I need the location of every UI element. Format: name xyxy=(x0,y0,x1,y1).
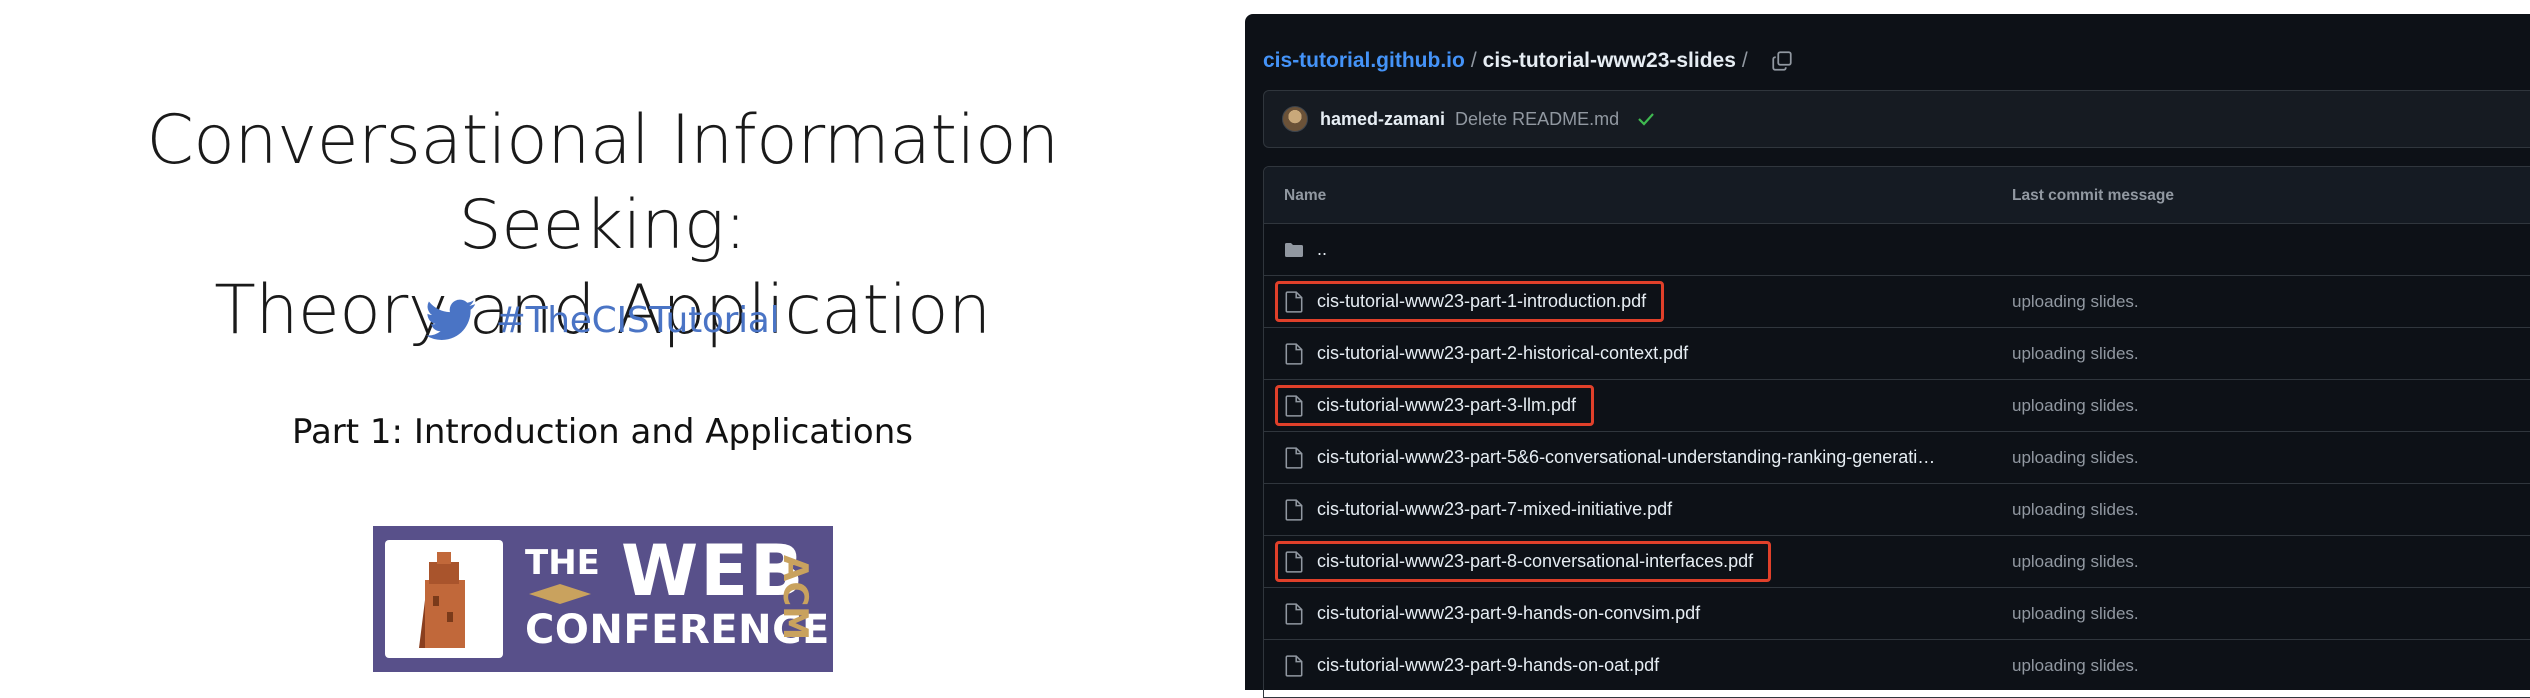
logo-diamond-icon xyxy=(529,584,591,604)
file-name-link[interactable]: cis-tutorial-www23-part-9-hands-on-oat.p… xyxy=(1317,655,1659,676)
file-name-link[interactable]: cis-tutorial-www23-part-1-introduction.p… xyxy=(1317,291,1646,312)
breadcrumb-separator: / xyxy=(1470,49,1477,72)
file-table: Name Last commit message .. cis-tutorial… xyxy=(1263,166,2530,698)
breadcrumb-trailing-separator: / xyxy=(1741,49,1748,72)
table-row[interactable]: cis-tutorial-www23-part-5&6-conversation… xyxy=(1264,432,2530,484)
breadcrumb: cis-tutorial.github.io / cis-tutorial-ww… xyxy=(1263,36,1792,86)
file-icon xyxy=(1285,447,1303,469)
part-label: Part 1: Introduction and Applications xyxy=(292,412,913,452)
file-commit-message[interactable]: uploading slides. xyxy=(2012,604,2139,624)
title-slide: Conversational Information Seeking: Theo… xyxy=(0,0,1210,690)
file-commit-message[interactable]: uploading slides. xyxy=(2012,344,2139,364)
file-commit-message[interactable]: uploading slides. xyxy=(2012,500,2139,520)
table-row[interactable]: cis-tutorial-www23-part-3-llm.pdf uploadi… xyxy=(1264,380,2530,432)
parent-directory-row[interactable]: .. xyxy=(1264,224,2530,276)
file-name-link[interactable]: cis-tutorial-www23-part-3-llm.pdf xyxy=(1317,395,1576,416)
logo-acm-text: ACM xyxy=(775,555,815,641)
table-row[interactable]: cis-tutorial-www23-part-9-hands-on-convs… xyxy=(1264,588,2530,640)
file-icon xyxy=(1285,551,1303,573)
breadcrumb-repo-link[interactable]: cis-tutorial.github.io xyxy=(1263,49,1465,73)
logo-tower-icon xyxy=(385,540,503,658)
file-commit-message[interactable]: uploading slides. xyxy=(2012,292,2139,312)
file-name-link[interactable]: cis-tutorial-www23-part-9-hands-on-convs… xyxy=(1317,603,1700,624)
hashtag-text: #TheCISTutorial xyxy=(495,299,780,341)
commit-author[interactable]: hamed-zamani xyxy=(1320,109,1445,130)
table-row[interactable]: cis-tutorial-www23-part-2-historical-con… xyxy=(1264,328,2530,380)
hashtag-row: #TheCISTutorial xyxy=(0,290,1205,350)
file-commit-message[interactable]: uploading slides. xyxy=(2012,552,2139,572)
file-commit-message[interactable]: uploading slides. xyxy=(2012,448,2139,468)
twitter-bird-icon xyxy=(425,299,475,340)
commit-message[interactable]: Delete README.md xyxy=(1455,109,1619,130)
file-commit-message[interactable]: uploading slides. xyxy=(2012,396,2139,416)
table-row[interactable]: cis-tutorial-www23-part-7-mixed-initiati… xyxy=(1264,484,2530,536)
web-conference-logo: THE WEB CONFERENCE ACM xyxy=(373,526,833,672)
copy-path-icon[interactable] xyxy=(1772,51,1792,71)
file-list: cis-tutorial-www23-part-1-introduction.p… xyxy=(1264,276,2530,691)
header-last-commit-message: Last commit message xyxy=(2012,187,2174,204)
breadcrumb-current-folder: cis-tutorial-www23-slides xyxy=(1482,49,1736,72)
file-icon xyxy=(1285,343,1303,365)
file-commit-message[interactable]: uploading slides. xyxy=(2012,656,2139,676)
file-name-link[interactable]: cis-tutorial-www23-part-5&6-conversation… xyxy=(1317,447,1935,468)
file-icon xyxy=(1285,499,1303,521)
folder-icon xyxy=(1285,243,1303,257)
file-name-link[interactable]: cis-tutorial-www23-part-8-conversational… xyxy=(1317,551,1753,572)
table-row[interactable]: cis-tutorial-www23-part-9-hands-on-oat.p… xyxy=(1264,640,2530,691)
file-icon xyxy=(1285,655,1303,677)
file-icon xyxy=(1285,603,1303,625)
check-icon xyxy=(1638,113,1654,126)
slide-title-line-1: Conversational Information Seeking: xyxy=(146,101,1059,265)
parent-directory-link[interactable]: .. xyxy=(1317,239,1327,260)
logo-the-text: THE xyxy=(525,543,600,583)
table-row[interactable]: cis-tutorial-www23-part-8-conversational… xyxy=(1264,536,2530,588)
avatar[interactable] xyxy=(1282,106,1308,132)
file-icon xyxy=(1285,395,1303,417)
table-header: Name Last commit message xyxy=(1264,167,2530,224)
file-name-link[interactable]: cis-tutorial-www23-part-2-historical-con… xyxy=(1317,343,1688,364)
latest-commit-bar: hamed-zamani Delete README.md xyxy=(1263,90,2530,148)
file-icon xyxy=(1285,291,1303,313)
header-name: Name xyxy=(1284,187,1327,204)
file-name-link[interactable]: cis-tutorial-www23-part-7-mixed-initiati… xyxy=(1317,499,1672,520)
table-row[interactable]: cis-tutorial-www23-part-1-introduction.p… xyxy=(1264,276,2530,328)
github-file-browser: cis-tutorial.github.io / cis-tutorial-ww… xyxy=(1245,14,2530,698)
